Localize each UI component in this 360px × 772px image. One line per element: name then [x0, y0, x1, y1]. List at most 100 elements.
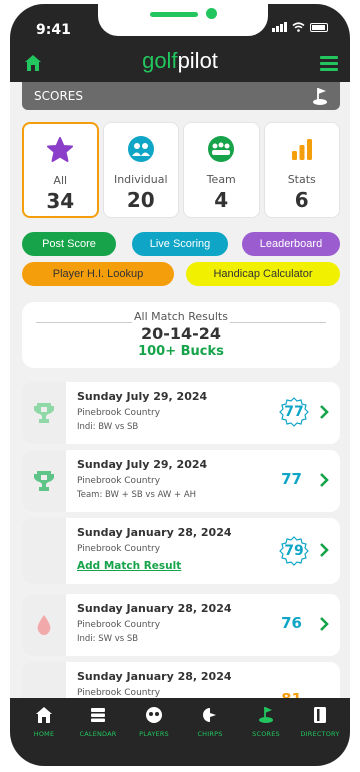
battery-icon: [310, 22, 328, 32]
match-date: Sunday July 29, 2024: [77, 390, 208, 403]
trophy-icon: [34, 403, 54, 423]
tab-directory-label: DIRECTORY: [300, 730, 340, 738]
match-score: 77: [284, 404, 304, 420]
match-course: Pinebrook Country: [77, 544, 161, 554]
match-date: Sunday January 28, 2024: [77, 670, 232, 683]
scores-icon: [259, 707, 273, 723]
match-card[interactable]: Sunday July 29, 2024 Pinebrook Country I…: [22, 382, 340, 444]
live-scoring-button[interactable]: Live Scoring: [132, 232, 228, 256]
app-header: golfpilot: [10, 44, 350, 82]
golf-flag-icon[interactable]: [310, 86, 330, 106]
divider-left: [36, 322, 132, 323]
section-header: SCORES: [22, 82, 340, 110]
tile-team[interactable]: Team 4: [183, 122, 260, 218]
menu-icon[interactable]: [320, 56, 338, 71]
match-score: 79: [284, 543, 304, 559]
match-detail: Indi: BW vs SB: [77, 422, 139, 432]
tile-individual-label: Individual: [113, 173, 168, 186]
handicap-calculator-button[interactable]: Handicap Calculator: [186, 262, 340, 286]
drop-icon: [37, 615, 51, 635]
score-badge: 77: [278, 396, 310, 428]
match-date: Sunday January 28, 2024: [77, 602, 232, 615]
divider-right: [230, 322, 326, 323]
tab-home[interactable]: HOME: [14, 706, 74, 738]
leaderboard-button[interactable]: Leaderboard: [242, 232, 340, 256]
score-filter-tiles: All 34 Individual 20 Team 4 Stats 6: [22, 122, 340, 218]
match-course: Pinebrook Country: [77, 620, 161, 630]
match-type-cell: [22, 594, 66, 656]
section-title: SCORES: [34, 89, 83, 103]
match-card[interactable]: Sunday January 28, 2024 Pinebrook Countr…: [22, 594, 340, 656]
signal-icon: [272, 22, 287, 32]
match-card[interactable]: Sunday January 28, 2024 Pinebrook Countr…: [22, 518, 340, 584]
home-icon: [36, 707, 52, 723]
tile-all-label: All: [53, 174, 68, 187]
match-type-cell: [22, 382, 66, 444]
results-bucks: 100+ Bucks: [138, 344, 224, 359]
tile-all-count: 34: [46, 189, 75, 213]
chevron-right-icon[interactable]: [318, 542, 330, 558]
post-score-button[interactable]: Post Score: [22, 232, 116, 256]
score-badge: 79: [278, 535, 310, 567]
tile-team-label: Team: [206, 173, 236, 186]
match-type-cell: [22, 450, 66, 512]
tab-calendar-label: CALENDAR: [79, 730, 117, 738]
chevron-right-icon[interactable]: [318, 404, 330, 420]
tile-stats[interactable]: Stats 6: [263, 122, 340, 218]
tab-players[interactable]: PLAYERS: [124, 706, 184, 738]
tab-scores[interactable]: SCORES: [236, 706, 296, 738]
logo-pilot: pilot: [177, 48, 218, 73]
logo-golf: golf: [142, 48, 178, 73]
tile-individual-count: 20: [126, 188, 155, 212]
tab-chirps[interactable]: CHIRPS: [180, 706, 240, 738]
notch-indicator: [150, 12, 198, 17]
match-card[interactable]: Sunday July 29, 2024 Pinebrook Country T…: [22, 450, 340, 512]
match-course: Pinebrook Country: [77, 688, 161, 698]
match-date: Sunday July 29, 2024: [77, 458, 208, 471]
chevron-right-icon[interactable]: [318, 616, 330, 632]
tab-players-label: PLAYERS: [139, 730, 169, 738]
status-time: 9:41: [36, 22, 71, 38]
tile-team-count: 4: [214, 188, 229, 212]
match-type-cell: [22, 518, 66, 584]
results-record: 20-14-24: [140, 324, 222, 343]
notch: [98, 4, 268, 36]
tile-stats-count: 6: [294, 188, 309, 212]
add-match-result-link[interactable]: Add Match Result: [77, 560, 181, 572]
tab-directory[interactable]: DIRECTORY: [290, 706, 350, 738]
status-bar: 9:41: [10, 4, 350, 44]
app-logo: golfpilot: [10, 48, 350, 74]
match-detail: Indi: SW vs SB: [77, 634, 139, 644]
player-lookup-button[interactable]: Player H.I. Lookup: [22, 262, 174, 286]
tab-calendar[interactable]: CALENDAR: [68, 706, 128, 738]
chevron-right-icon[interactable]: [318, 472, 330, 488]
wifi-icon: [292, 22, 305, 32]
players-icon: [146, 707, 162, 723]
calendar-icon: [91, 708, 105, 722]
tab-home-label: HOME: [33, 730, 55, 738]
directory-icon: [314, 707, 326, 723]
status-icons: [272, 22, 328, 32]
individual-icon: [127, 136, 154, 162]
stats-icon: [291, 139, 312, 160]
app-screen: 9:41 golfpilot SCORES All 34 Individual …: [10, 4, 350, 766]
team-icon: [208, 136, 235, 162]
trophy-icon: [34, 471, 54, 491]
match-score: 76: [281, 614, 302, 632]
bottom-tab-bar: HOME CALENDAR PLAYERS CHIRPS SCORES DIRE…: [10, 698, 350, 766]
chirps-icon: [203, 708, 216, 722]
match-score: 77: [281, 470, 302, 488]
match-results-summary[interactable]: All Match Results 20-14-24 100+ Bucks: [22, 302, 340, 368]
tab-scores-label: SCORES: [252, 730, 280, 738]
match-date: Sunday January 28, 2024: [77, 526, 232, 539]
match-course: Pinebrook Country: [77, 476, 161, 486]
tile-stats-label: Stats: [287, 173, 316, 186]
tab-chirps-label: CHIRPS: [197, 730, 223, 738]
tile-individual[interactable]: Individual 20: [102, 122, 179, 218]
star-icon: [47, 137, 74, 162]
phone-frame: 9:41 golfpilot SCORES All 34 Individual …: [10, 4, 350, 766]
match-course: Pinebrook Country: [77, 408, 161, 418]
match-detail: Team: BW + SB vs AW + AH: [77, 490, 197, 500]
notch-dot: [206, 8, 217, 19]
tile-all[interactable]: All 34: [22, 122, 99, 218]
